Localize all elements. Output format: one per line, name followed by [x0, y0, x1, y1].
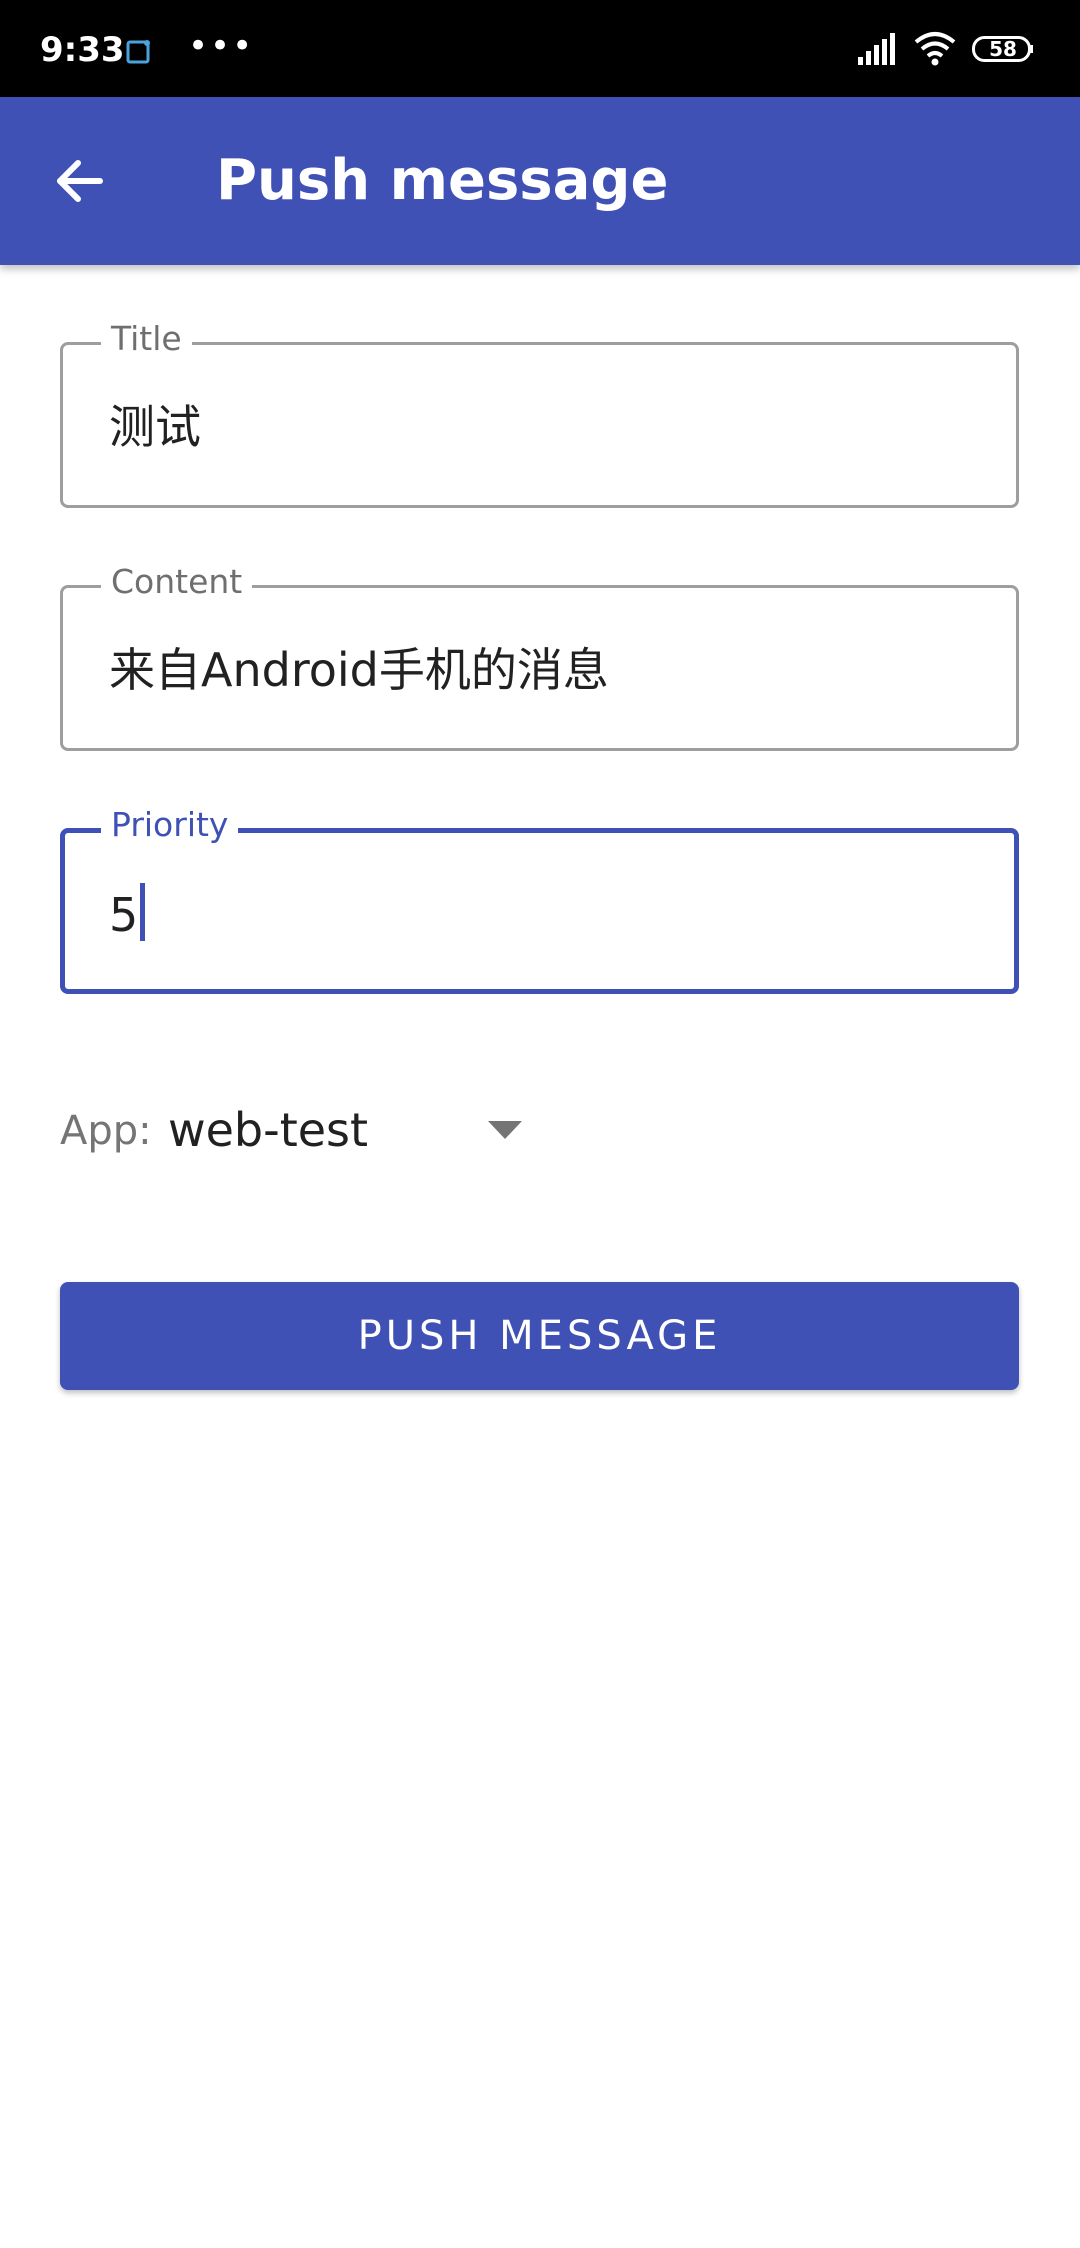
battery-level: 58	[989, 37, 1017, 61]
wifi-icon	[914, 32, 956, 66]
priority-value: 5	[109, 888, 139, 942]
content-field[interactable]: Content 来自Android手机的消息	[60, 562, 1019, 751]
priority-input[interactable]: 5	[109, 883, 974, 945]
notification-icon	[126, 40, 150, 64]
title-input[interactable]: 测试	[109, 397, 976, 457]
status-time: 9:33	[40, 30, 125, 70]
page-title: Push message	[216, 148, 669, 213]
status-bar: 9:33 ••• 58	[0, 0, 1080, 97]
more-notifications-icon: •••	[188, 26, 255, 66]
app-label: App:	[60, 1108, 152, 1154]
app-dropdown-value: web-test	[168, 1103, 369, 1157]
dropdown-arrow-icon	[488, 1121, 522, 1139]
content-input[interactable]: 来自Android手机的消息	[109, 640, 976, 700]
signal-icon	[858, 33, 895, 65]
priority-field-label: Priority	[101, 805, 239, 845]
app-bar: Push message	[0, 97, 1080, 265]
priority-field[interactable]: Priority 5	[60, 805, 1019, 994]
content-field-label: Content	[101, 562, 253, 602]
back-arrow-icon[interactable]	[46, 141, 126, 221]
title-field-label: Title	[101, 319, 192, 359]
app-selector-row: App: web-test	[60, 1095, 560, 1165]
push-message-button[interactable]: PUSH MESSAGE	[60, 1282, 1019, 1390]
text-caret	[140, 883, 146, 941]
app-dropdown[interactable]: web-test	[168, 1095, 538, 1165]
title-field[interactable]: Title 测试	[60, 319, 1019, 508]
